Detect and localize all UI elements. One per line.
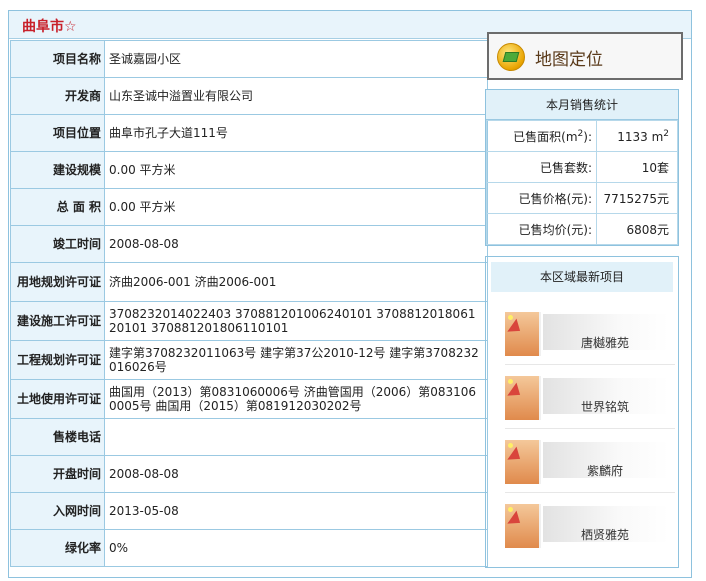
row-label: 竣工时间 [10, 225, 105, 263]
row-value: 0.00 平方米 [104, 188, 488, 226]
row-value [104, 418, 488, 456]
cursor-arrow-icon [507, 446, 525, 466]
row-label: 项目名称 [10, 40, 105, 78]
sold-count-value: 10套 [596, 151, 678, 183]
row-value: 曲国用（2013）第0831060006号 济曲管国用（2006）第083106… [104, 379, 488, 419]
latest-project-item[interactable]: 世界铭筑 [505, 376, 677, 436]
row-value: 2008-08-08 [104, 455, 488, 493]
project-thumbnail [505, 440, 541, 484]
latest-projects-title: 本区域最新项目 [491, 262, 673, 292]
table-row: 土地使用许可证 曲国用（2013）第0831060006号 济曲管国用（2006… [10, 379, 488, 419]
row-value: 0% [104, 529, 488, 567]
row-value: 建字第3708232011063号 建字第37公2010-12号 建字第3708… [104, 340, 488, 380]
project-thumbnail [505, 312, 541, 356]
divider [505, 428, 675, 429]
table-row: 绿化率 0% [10, 529, 488, 567]
map-locate-button[interactable]: 地图定位 [487, 32, 683, 80]
table-row: 建设施工许可证 3708232014022403 370881201006240… [10, 301, 488, 341]
row-value: 山东圣诚中溢置业有限公司 [104, 77, 488, 115]
table-row: 工程规划许可证 建字第3708232011063号 建字第37公2010-12号… [10, 340, 488, 380]
stats-row: 已售均价(元): 6808元 [486, 213, 678, 245]
table-row: 开发商 山东圣诚中溢置业有限公司 [10, 77, 488, 115]
table-row: 入网时间 2013-05-08 [10, 492, 488, 530]
latest-project-item[interactable]: 栖贤雅苑 [505, 504, 677, 564]
row-label: 总 面 积 [10, 188, 105, 226]
table-row: 项目名称 圣诚嘉园小区 [10, 40, 488, 78]
row-label: 开盘时间 [10, 455, 105, 493]
project-name-link[interactable]: 唐樾雅苑 [545, 334, 665, 351]
row-value: 曲阜市孔子大道111号 [104, 114, 488, 152]
row-label: 入网时间 [10, 492, 105, 530]
cursor-arrow-icon [507, 510, 525, 530]
sold-price-label: 已售价格(元): [486, 182, 597, 214]
project-name-link[interactable]: 紫麟府 [545, 462, 665, 479]
table-row: 售楼电话 [10, 418, 488, 456]
cursor-arrow-icon [507, 318, 525, 338]
row-value: 圣诚嘉园小区 [104, 40, 488, 78]
latest-project-item[interactable]: 唐樾雅苑 [505, 312, 677, 372]
table-row: 开盘时间 2008-08-08 [10, 455, 488, 493]
map-locate-icon [497, 43, 525, 71]
table-row: 竣工时间 2008-08-08 [10, 225, 488, 263]
divider [505, 492, 675, 493]
stats-title: 本月销售统计 [486, 90, 678, 120]
stats-row: 已售面积(m2): 1133 m2 [486, 120, 678, 152]
sold-count-label: 已售套数: [486, 151, 597, 183]
table-row: 用地规划许可证 济曲2006-001 济曲2006-001 [10, 262, 488, 302]
cursor-arrow-icon [507, 382, 525, 402]
avg-price-value: 6808元 [596, 213, 678, 245]
stats-row: 已售套数: 10套 [486, 151, 678, 183]
latest-projects-panel: 本区域最新项目 唐樾雅苑 世界铭筑 紫麟府 栖贤雅苑 [485, 256, 679, 568]
row-label: 绿化率 [10, 529, 105, 567]
sold-price-value: 7715275元 [596, 182, 678, 214]
row-label: 用地规划许可证 [10, 262, 105, 302]
stats-table: 已售面积(m2): 1133 m2 已售套数: 10套 已售价格(元): 771… [486, 120, 678, 245]
row-label: 建设施工许可证 [10, 301, 105, 341]
table-row: 项目位置 曲阜市孔子大道111号 [10, 114, 488, 152]
row-label: 工程规划许可证 [10, 340, 105, 380]
row-label: 土地使用许可证 [10, 379, 105, 419]
latest-project-item[interactable]: 紫麟府 [505, 440, 677, 500]
sold-area-label: 已售面积(m2): [486, 120, 597, 152]
divider [505, 364, 675, 365]
map-locate-label: 地图定位 [535, 50, 603, 70]
avg-price-label: 已售均价(元): [486, 213, 597, 245]
row-label: 建设规模 [10, 151, 105, 189]
row-value: 2013-05-08 [104, 492, 488, 530]
row-value: 0.00 平方米 [104, 151, 488, 189]
row-label: 开发商 [10, 77, 105, 115]
row-value: 济曲2006-001 济曲2006-001 [104, 262, 488, 302]
sold-area-value: 1133 m2 [596, 120, 678, 152]
monthly-sales-stats: 本月销售统计 已售面积(m2): 1133 m2 已售套数: 10套 已售价格(… [485, 89, 679, 246]
table-row: 建设规模 0.00 平方米 [10, 151, 488, 189]
page-title: 曲阜市☆ [22, 19, 77, 35]
row-label: 售楼电话 [10, 418, 105, 456]
project-name-link[interactable]: 世界铭筑 [545, 398, 665, 415]
project-info-table: 项目名称 圣诚嘉园小区 开发商 山东圣诚中溢置业有限公司 项目位置 曲阜市孔子大… [10, 40, 488, 567]
row-value: 3708232014022403 370881201006240101 3708… [104, 301, 488, 341]
project-thumbnail [505, 504, 541, 548]
table-row: 总 面 积 0.00 平方米 [10, 188, 488, 226]
row-value: 2008-08-08 [104, 225, 488, 263]
project-name-link[interactable]: 栖贤雅苑 [545, 526, 665, 543]
project-thumbnail [505, 376, 541, 420]
row-label: 项目位置 [10, 114, 105, 152]
stats-row: 已售价格(元): 7715275元 [486, 182, 678, 214]
